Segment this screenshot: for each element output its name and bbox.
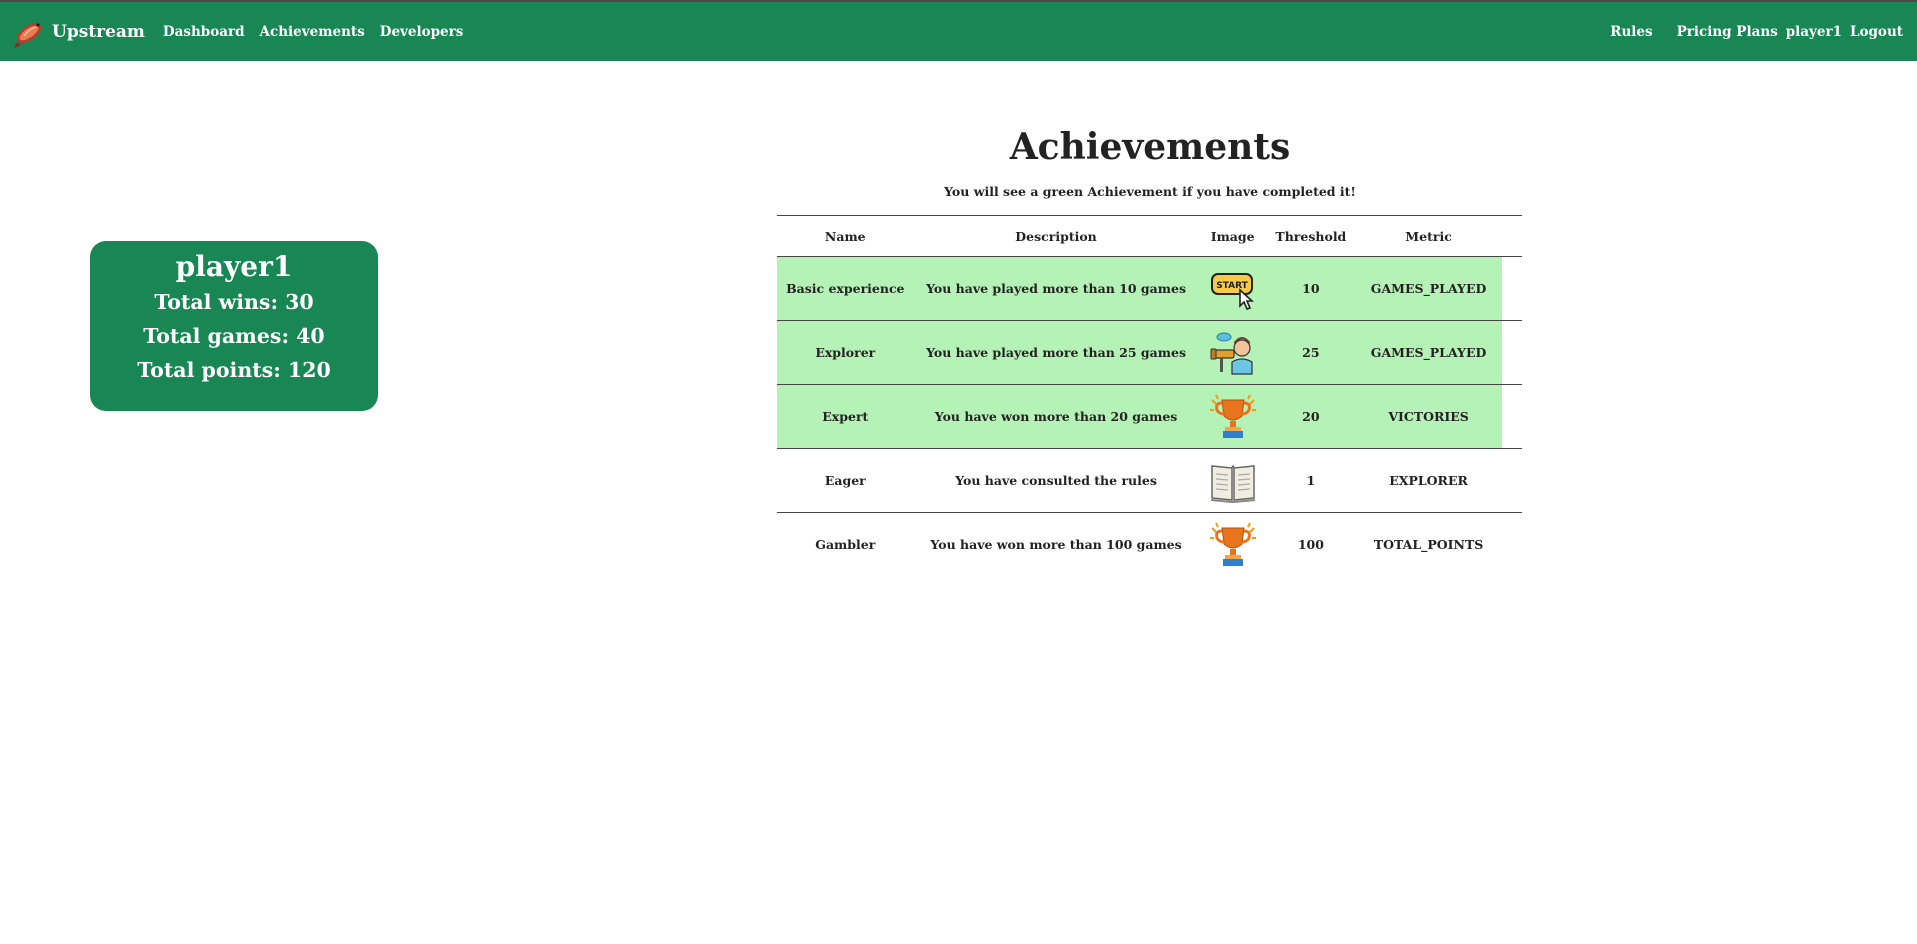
nav-link-achievements[interactable]: Achievements <box>260 24 365 40</box>
header-description: Description <box>913 215 1199 257</box>
nav-link-rules[interactable]: Rules <box>1610 24 1652 40</box>
row-spacer <box>1502 384 1522 449</box>
achievement-image-cell <box>1198 320 1267 385</box>
achievement-description: You have played more than 10 games <box>913 256 1199 321</box>
header-image: Image <box>1198 215 1267 257</box>
achievement-threshold: 25 <box>1266 320 1355 385</box>
table-header-row: Name Description Image Threshold Metric <box>777 215 1522 257</box>
table-row: Basic experience You have played more th… <box>777 256 1522 321</box>
achievement-metric: GAMES_PLAYED <box>1354 256 1503 321</box>
achievement-name: Gambler <box>815 537 876 552</box>
nav-links-left: Dashboard Achievements Developers <box>163 24 463 40</box>
header-metric: Metric <box>1354 215 1503 257</box>
achievement-threshold: 100 <box>1297 537 1324 552</box>
row-spacer <box>1502 448 1522 513</box>
page-subtitle: You will see a green Achievement if you … <box>944 184 1356 199</box>
achievement-image-cell <box>1198 384 1267 449</box>
achievement-image-cell <box>1198 448 1267 513</box>
achievement-name: Basic experience <box>777 256 914 321</box>
nav-link-pricing-plans[interactable]: Pricing Plans <box>1677 24 1778 40</box>
stats-total-games: Total games: 40 <box>143 324 325 348</box>
salmon-logo-icon <box>14 22 42 48</box>
brand-name: Upstream <box>52 21 145 42</box>
achievement-image-cell: START <box>1198 256 1267 321</box>
achievement-description: You have consulted the rules <box>913 448 1199 513</box>
achievement-name: Eager <box>777 448 914 513</box>
stats-total-points: Total points: 120 <box>137 358 331 382</box>
trophy-icon <box>1209 394 1256 438</box>
achievement-description: You have won more than 100 games <box>930 537 1182 552</box>
achievement-metric: VICTORIES <box>1354 384 1503 449</box>
nav-link-logout[interactable]: Logout <box>1850 24 1903 40</box>
player-stats-card: player1 Total wins: 30 Total games: 40 T… <box>90 241 378 411</box>
start-button-icon: START <box>1210 272 1254 310</box>
achievements-table: Name Description Image Threshold Metric … <box>777 215 1522 576</box>
achievement-metric: TOTAL_POINTS <box>1373 537 1484 552</box>
stats-total-wins: Total wins: 30 <box>154 290 314 314</box>
table-row: Gambler You have won more than 100 games… <box>777 513 1522 577</box>
stats-username: player1 <box>175 250 293 283</box>
page-title: Achievements <box>1009 126 1291 168</box>
achievement-metric: GAMES_PLAYED <box>1354 320 1503 385</box>
nav-link-developers[interactable]: Developers <box>380 24 464 40</box>
header-name: Name <box>777 215 914 257</box>
achievement-threshold: 10 <box>1266 256 1355 321</box>
header-spacer <box>1502 215 1522 257</box>
achievement-metric: EXPLORER <box>1354 448 1503 513</box>
table-row: Explorer You have played more than 25 ga… <box>777 320 1522 385</box>
open-book-icon <box>1210 464 1255 503</box>
row-spacer <box>1502 320 1522 385</box>
row-spacer <box>1502 513 1522 577</box>
achievement-name: Expert <box>777 384 914 449</box>
achievement-name: Explorer <box>777 320 914 385</box>
achievement-threshold: 20 <box>1266 384 1355 449</box>
achievement-description: You have won more than 20 games <box>913 384 1199 449</box>
row-spacer <box>1502 256 1522 321</box>
nav-link-dashboard[interactable]: Dashboard <box>163 24 245 40</box>
brand-link[interactable]: Upstream <box>12 14 145 50</box>
nav-link-user-profile[interactable]: player1 <box>1786 24 1842 40</box>
nav-links-right: Rules Pricing Plans player1 Logout <box>1610 2 1903 61</box>
top-navbar: Upstream Dashboard Achievements Develope… <box>0 0 1917 61</box>
table-row: Expert You have won more than 20 games 2… <box>777 384 1522 449</box>
table-row: Eager You have consulted the rules 1 EXP… <box>777 448 1522 513</box>
svg-text:START: START <box>1216 281 1248 291</box>
achievement-threshold: 1 <box>1266 448 1355 513</box>
achievement-description: You have played more than 25 games <box>913 320 1199 385</box>
explorer-telescope-icon <box>1210 332 1253 375</box>
achievement-image-cell <box>1199 513 1267 577</box>
trophy-icon <box>1209 522 1256 566</box>
header-threshold: Threshold <box>1266 215 1355 257</box>
